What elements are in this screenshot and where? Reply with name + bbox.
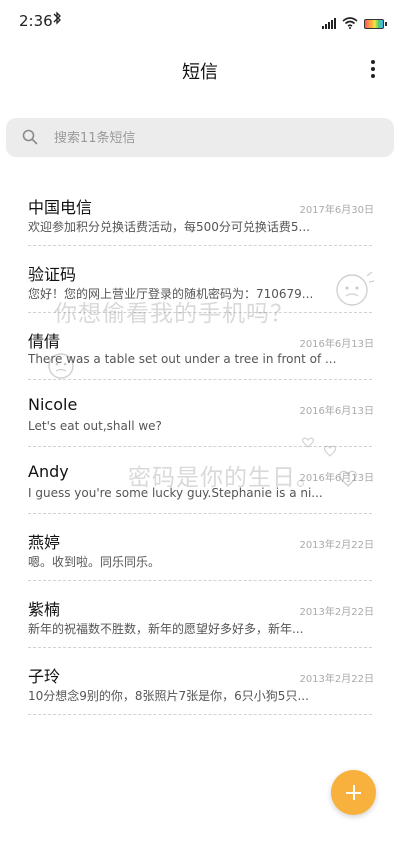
message-preview: 嗯。收到啦。同乐同乐。 xyxy=(28,555,161,569)
conversation-item[interactable]: 子玲 2013年2月22日 10分想念9别的你，8张照片7张是你，6只小狗5只.… xyxy=(0,649,400,715)
message-date: 2017年6月30日 xyxy=(299,205,374,216)
divider xyxy=(28,379,372,380)
conversation-item[interactable]: 紫楠 2013年2月22日 新年的祝福数不胜数，新年的愿望好多好多，新年... xyxy=(0,582,400,648)
contact-name: 燕婷 xyxy=(28,533,61,552)
status-icons xyxy=(322,14,387,33)
message-preview: 新年的祝福数不胜数，新年的愿望好多好多，新年... xyxy=(28,622,304,636)
message-date: 2013年2月22日 xyxy=(299,540,374,551)
battery-icon xyxy=(364,18,387,29)
signal-icon xyxy=(322,18,336,29)
conversation-item[interactable]: 倩倩 2016年6月13日 There was a table set out … xyxy=(0,314,400,380)
search-bar[interactable] xyxy=(6,118,394,159)
contact-name: Nicole xyxy=(28,395,78,414)
contact-name: Andy xyxy=(28,462,69,481)
wifi-icon xyxy=(342,14,358,33)
more-vertical-icon[interactable] xyxy=(368,58,378,80)
conversation-item[interactable]: 中国电信 2017年6月30日 欢迎参加积分兑换话费活动，每500分可兑换话费5… xyxy=(0,180,400,246)
message-preview: 您好！您的网上营业厅登录的随机密码为：710679... xyxy=(28,287,314,301)
message-preview: 10分想念9别的你，8张照片7张是你，6只小狗5只... xyxy=(28,689,309,703)
contact-name: 子玲 xyxy=(28,667,61,686)
title-bar: 短信 xyxy=(0,44,400,96)
divider xyxy=(28,513,372,514)
contact-name: 中国电信 xyxy=(28,198,93,217)
conversation-item[interactable]: Nicole 2016年6月13日 Let's eat out,shall we… xyxy=(0,381,400,447)
divider xyxy=(28,446,372,447)
contact-name: 倩倩 xyxy=(28,332,61,351)
message-preview: Let's eat out,shall we? xyxy=(28,419,162,433)
conversation-item[interactable]: 验证码 您好！您的网上营业厅登录的随机密码为：710679... xyxy=(0,247,400,313)
message-date: 2016年6月13日 xyxy=(299,473,374,484)
divider xyxy=(28,580,372,581)
divider xyxy=(28,245,372,246)
contact-name: 紫楠 xyxy=(28,600,61,619)
status-bar: 2:36 xyxy=(0,0,400,44)
search-icon xyxy=(22,129,38,145)
divider xyxy=(28,312,372,313)
divider xyxy=(28,647,372,648)
search-input[interactable] xyxy=(52,118,376,159)
message-date: 2013年2月22日 xyxy=(299,607,374,618)
divider xyxy=(28,714,372,715)
contact-name: 验证码 xyxy=(28,265,77,284)
message-preview: I guess you're some lucky guy.Stephanie … xyxy=(28,486,323,500)
message-date: 2016年6月13日 xyxy=(299,339,374,350)
status-time: 2:36 xyxy=(19,12,53,30)
conversation-item[interactable]: Andy 2016年6月13日 I guess you're some luck… xyxy=(0,448,400,514)
message-preview: There was a table set out under a tree i… xyxy=(28,352,337,366)
message-preview: 欢迎参加积分兑换话费活动，每500分可兑换话费5... xyxy=(28,220,310,234)
conversation-item[interactable]: 燕婷 2013年2月22日 嗯。收到啦。同乐同乐。 xyxy=(0,515,400,581)
compose-button[interactable] xyxy=(331,770,376,815)
message-date: 2013年2月22日 xyxy=(299,674,374,685)
bluetooth-icon xyxy=(52,11,62,29)
message-date: 2016年6月13日 xyxy=(299,406,374,417)
page-title: 短信 xyxy=(182,62,218,83)
